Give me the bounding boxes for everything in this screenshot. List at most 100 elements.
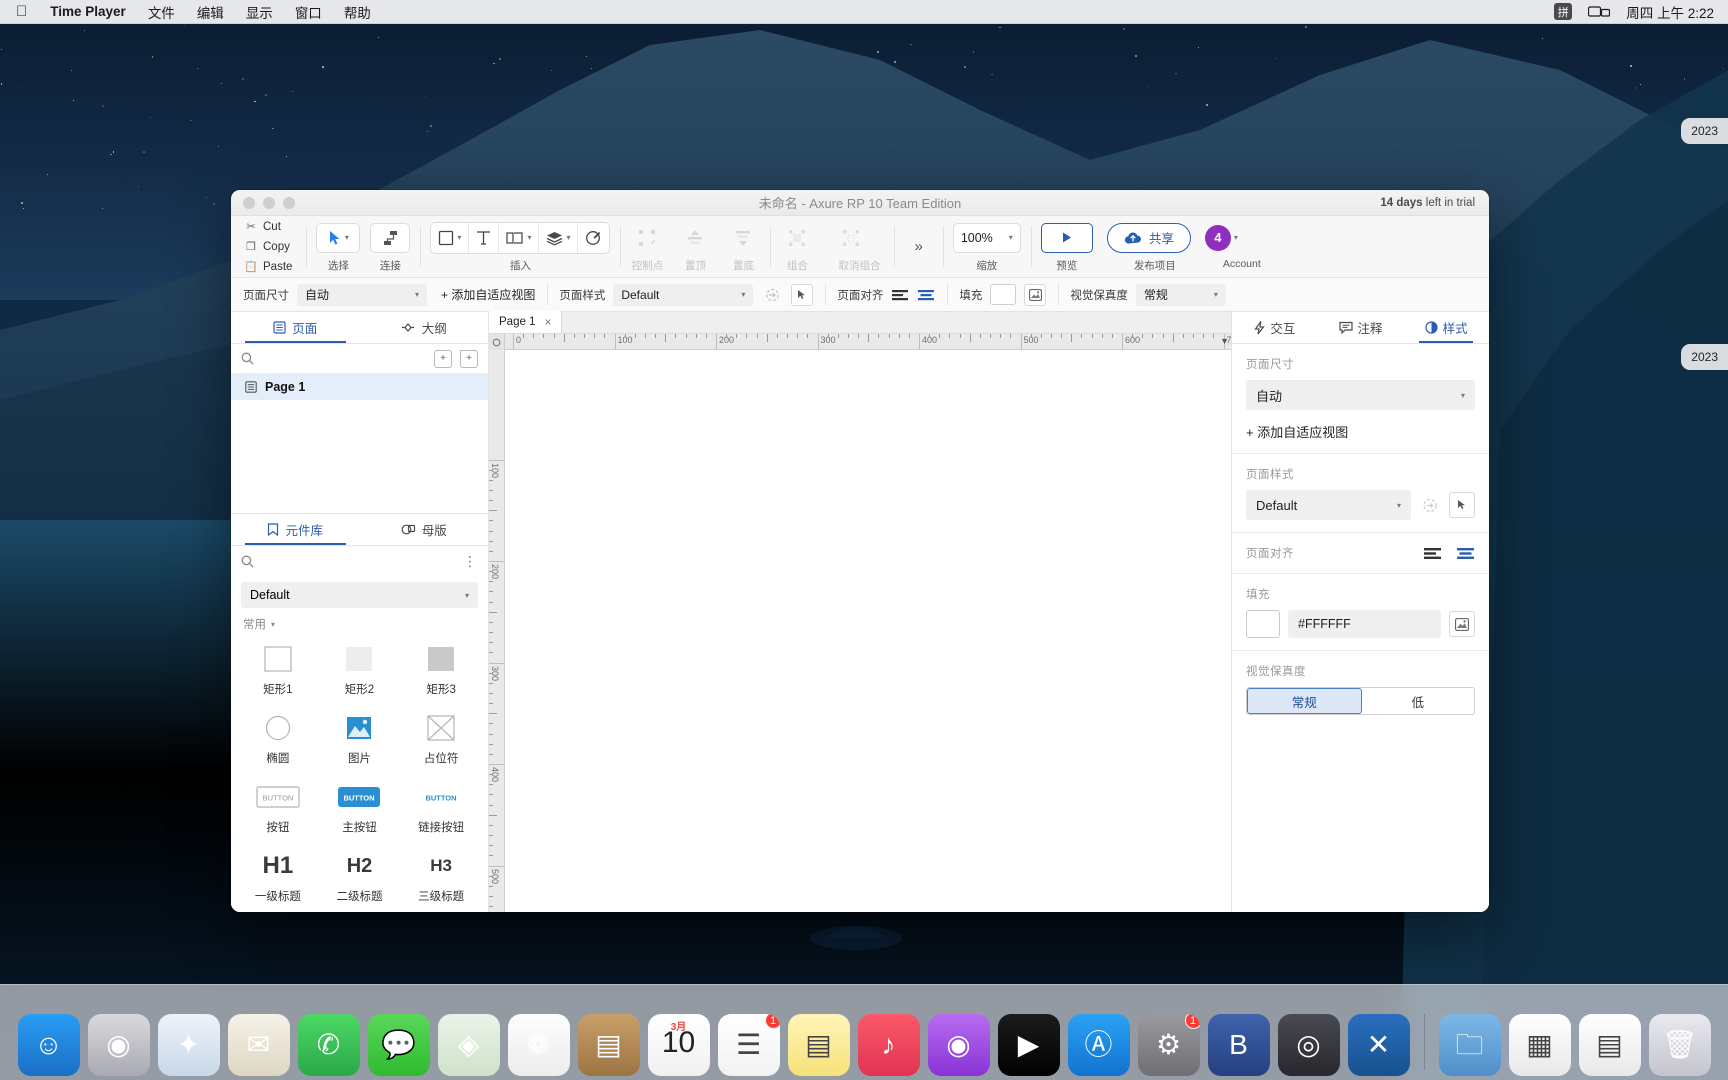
page-style-select[interactable]: Default ▾ <box>613 283 754 306</box>
dock-item-document-preview[interactable]: ▤ <box>1578 1014 1641 1076</box>
widget-item[interactable]: 矩形1 <box>237 638 319 705</box>
page-size-select[interactable]: 自动 ▾ <box>297 283 427 306</box>
widget-item[interactable]: 矩形2 <box>319 638 401 705</box>
dock-item-contacts[interactable]: ▤ <box>577 1014 640 1076</box>
insert-text-button[interactable] <box>469 222 500 253</box>
tab-note[interactable]: 注释 <box>1318 312 1404 343</box>
widget-item[interactable]: H1 一级标题 <box>237 845 319 912</box>
widget-item[interactable]: BUTTON 按钮 <box>237 776 319 843</box>
insert-field-button[interactable]: ▾ <box>499 222 540 253</box>
group-button[interactable] <box>780 223 814 253</box>
input-method-icon[interactable]: 拼 <box>1554 3 1573 20</box>
dock-item-system-preferences[interactable]: ⚙ 1 <box>1137 1014 1200 1076</box>
page-list-item[interactable]: Page 1 <box>231 374 488 400</box>
widget-item[interactable]: H3 三级标题 <box>400 845 482 912</box>
insert-pen-button[interactable] <box>578 223 609 253</box>
widget-item[interactable]: 椭圆 <box>237 707 319 774</box>
fidelity-select[interactable]: 常规 ▾ <box>1135 283 1226 306</box>
widget-item[interactable]: 占位符 <box>400 707 482 774</box>
dock-item-finder[interactable]: ☺ <box>17 1014 80 1076</box>
fidelity-option-low[interactable]: 低 <box>1362 688 1475 714</box>
kebab-icon[interactable]: ⋮ <box>463 553 478 570</box>
menubar-clock[interactable]: 周四 上午 2:22 <box>1626 2 1714 22</box>
menu-item-edit[interactable]: 编辑 <box>186 2 235 22</box>
pick-style-button[interactable] <box>791 283 814 306</box>
align-center-button[interactable] <box>1456 546 1475 561</box>
menu-item-help[interactable]: 帮助 <box>333 2 382 22</box>
fill-image-button[interactable] <box>1449 611 1475 637</box>
dock-item-downloads-folder[interactable]: 🗀 <box>1438 1014 1501 1076</box>
align-left-button[interactable] <box>891 288 909 302</box>
fill-color-swatch[interactable] <box>1246 610 1280 638</box>
cut-button[interactable]: ✂ Cut <box>245 218 292 235</box>
dock-item-mail-stamp[interactable]: ✉ <box>227 1014 290 1076</box>
account-avatar[interactable]: 4 <box>1204 224 1231 251</box>
insert-dynamic-panel-button[interactable]: ▾ <box>539 222 579 253</box>
share-button[interactable]: 共享 <box>1106 222 1191 253</box>
add-folder-icon[interactable]: + <box>460 349 478 368</box>
dock-item-photos[interactable]: ❁ <box>507 1014 570 1076</box>
dock-item-bartender[interactable]: B <box>1207 1014 1270 1076</box>
tab-library[interactable]: 元件库 <box>231 514 360 545</box>
dock-item-launchpad[interactable]: ◉ <box>87 1014 150 1076</box>
dock-item-podcasts[interactable]: ◉ <box>927 1014 990 1076</box>
fidelity-option-normal[interactable]: 常规 <box>1247 688 1362 714</box>
dock-item-axure[interactable]: ✕ <box>1347 1014 1410 1076</box>
control-points-button[interactable] <box>630 223 664 253</box>
widget-item[interactable]: BUTTON 链接按钮 <box>400 776 482 843</box>
menu-app-name[interactable]: Time Player <box>39 4 137 19</box>
fill-image-button[interactable] <box>1024 283 1047 306</box>
add-page-icon[interactable]: + <box>434 349 452 368</box>
tab-pages[interactable]: 页面 <box>231 312 360 343</box>
widget-item[interactable]: 图片 <box>319 707 401 774</box>
fill-color-swatch[interactable] <box>990 284 1017 305</box>
page-style-select[interactable]: Default ▾ <box>1246 490 1411 520</box>
widget-item[interactable]: H2 二级标题 <box>319 845 401 912</box>
add-adaptive-view-button[interactable]: + 添加自适应视图 <box>435 286 535 303</box>
preview-button[interactable] <box>1040 222 1093 253</box>
tab-masters[interactable]: 母版 <box>360 514 489 545</box>
dock-item-music[interactable]: ♪ <box>857 1014 920 1076</box>
menu-item-file[interactable]: 文件 <box>137 2 186 22</box>
paste-button[interactable]: 📋 Paste <box>244 258 292 275</box>
design-canvas[interactable] <box>505 350 1231 912</box>
dock-item-stack-preview[interactable]: ▦ <box>1508 1014 1571 1076</box>
select-tool-button[interactable]: ▾ <box>316 222 361 253</box>
reset-style-icon[interactable] <box>1419 494 1441 516</box>
canvas-tab[interactable]: Page 1 × <box>489 311 563 333</box>
dock-item-app-store[interactable]: Ⓐ <box>1067 1014 1130 1076</box>
add-adaptive-view-button[interactable]: + 添加自适应视图 <box>1246 422 1475 441</box>
menu-item-view[interactable]: 显示 <box>235 2 284 22</box>
dock-item-facetime[interactable]: ✆ <box>297 1014 360 1076</box>
dock-item-reminders[interactable]: ☰ 1 <box>717 1014 780 1076</box>
copy-button[interactable]: ❐ Copy <box>245 238 292 255</box>
close-icon[interactable]: × <box>544 315 551 329</box>
page-size-select[interactable]: 自动 ▾ <box>1246 380 1475 410</box>
widget-item[interactable]: 矩形3 <box>400 638 482 705</box>
apple-logo-icon[interactable]:  <box>16 3 27 20</box>
dock-item-safari[interactable]: ✦ <box>157 1014 220 1076</box>
dock-item-messages[interactable]: 💬 <box>367 1014 430 1076</box>
dock-item-notes[interactable]: ▤ <box>787 1014 850 1076</box>
dock-item-maps[interactable]: ◈ <box>437 1014 500 1076</box>
zoom-select[interactable]: 100% ▾ <box>952 222 1021 253</box>
tab-style[interactable]: 样式 <box>1403 312 1489 343</box>
connect-tool-button[interactable] <box>370 222 411 253</box>
dock-item-trash[interactable]: 🗑 <box>1648 1014 1711 1076</box>
insert-rectangle-button[interactable]: ▾ <box>431 222 470 253</box>
library-select[interactable]: Default ▾ <box>241 582 478 608</box>
menu-item-window[interactable]: 窗口 <box>284 2 333 22</box>
ruler-origin[interactable] <box>489 334 505 350</box>
bring-to-front-button[interactable] <box>678 223 712 253</box>
ungroup-button[interactable] <box>834 223 868 253</box>
library-category[interactable]: 常用 ▾ <box>231 614 488 638</box>
display-icon[interactable] <box>1588 5 1611 19</box>
tab-interaction[interactable]: 交互 <box>1232 312 1318 343</box>
send-to-back-button[interactable] <box>726 223 760 253</box>
canvas-options-chevron-down-icon[interactable]: ▼ <box>1220 336 1229 346</box>
pages-search-input[interactable] <box>262 351 426 366</box>
align-left-button[interactable] <box>1423 546 1442 561</box>
dock-item-tv[interactable]: ▶ <box>997 1014 1060 1076</box>
fill-hex-input[interactable]: #FFFFFF <box>1288 610 1441 638</box>
reset-style-icon[interactable] <box>761 284 783 306</box>
